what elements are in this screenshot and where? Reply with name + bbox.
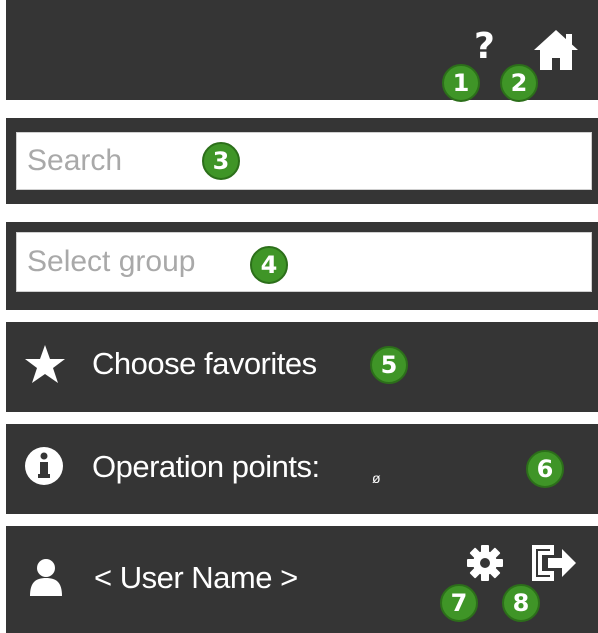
search-panel: 3 — [6, 118, 598, 204]
callout-1: 1 — [442, 64, 480, 102]
operation-points-row[interactable]: Operation points: ø 6 — [6, 424, 598, 514]
star-icon — [25, 345, 65, 383]
callout-8: 8 — [502, 584, 540, 622]
info-icon — [25, 447, 63, 485]
callout-7: 7 — [440, 584, 478, 622]
search-input[interactable] — [16, 132, 592, 190]
group-select-panel: 4 — [6, 222, 598, 310]
callout-2: 2 — [500, 64, 538, 102]
user-name[interactable]: < User Name > — [94, 560, 298, 596]
callout-5: 5 — [370, 346, 408, 384]
home-icon[interactable] — [532, 28, 580, 72]
help-icon[interactable]: ? — [474, 26, 495, 67]
favorites-label: Choose favorites — [92, 346, 317, 381]
favorites-row[interactable]: Choose favorites 5 — [6, 322, 598, 412]
logout-icon[interactable] — [530, 544, 578, 582]
header-bar: ? 1 2 — [6, 0, 598, 102]
callout-6: 6 — [526, 450, 564, 488]
callout-4: 4 — [250, 246, 288, 284]
group-select[interactable] — [16, 232, 592, 292]
operation-points-value: ø — [372, 470, 381, 486]
callout-3: 3 — [202, 142, 240, 180]
user-icon — [30, 559, 62, 596]
operation-points-label: Operation points: — [92, 449, 320, 484]
gear-icon[interactable] — [466, 544, 504, 582]
user-bar: < User Name > 7 8 — [6, 526, 598, 633]
